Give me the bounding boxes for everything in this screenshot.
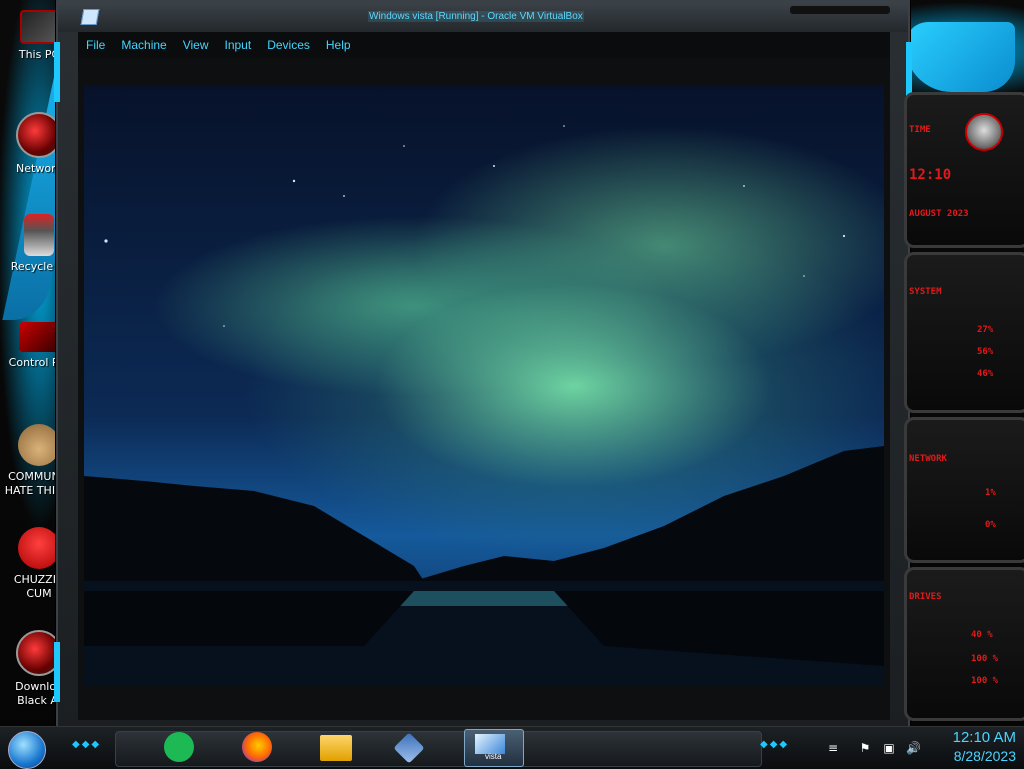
time-gadget[interactable]: TIME 12:10 AUGUST 2023 (904, 92, 1024, 248)
system-value-disk: 46% (977, 369, 994, 379)
action-center-flag-icon[interactable]: ⚑ (858, 741, 872, 755)
drives-value-2: 100 % (971, 654, 999, 664)
menu-devices[interactable]: Devices (259, 38, 318, 52)
window-control-buttons[interactable] (790, 6, 890, 14)
taskbar-app-vista[interactable]: vista (464, 729, 524, 767)
menu-input[interactable]: Input (217, 38, 260, 52)
start-button[interactable] (8, 731, 46, 769)
network-value-down: 0% (985, 520, 996, 530)
menu-bar: File Machine View Input Devices Help (78, 32, 890, 58)
menu-file[interactable]: File (78, 38, 113, 52)
spotify-icon[interactable] (164, 732, 194, 762)
alien-head-icon (965, 113, 1003, 151)
date-gadget-value: AUGUST 2023 (909, 209, 969, 219)
frame-accent (54, 42, 60, 102)
drives-gadget-label: DRIVES (909, 592, 942, 602)
network-gadget[interactable]: NETWORK 1% 0% (904, 417, 1024, 563)
wallpaper-swoosh-right (905, 22, 1015, 92)
window-titlebar[interactable]: Windows vista [Running] - Oracle VM Virt… (58, 2, 908, 32)
time-gadget-value: 12:10 (909, 167, 952, 183)
mountain-lake-silhouette (84, 446, 884, 686)
drives-gadget[interactable]: DRIVES 40 % 100 % 100 % (904, 567, 1024, 721)
firefox-icon[interactable] (242, 732, 272, 762)
window-title: Windows vista [Running] - Oracle VM Virt… (368, 11, 584, 22)
virtualbox-window[interactable]: Windows vista [Running] - Oracle VM Virt… (54, 0, 912, 730)
folder-icon[interactable] (320, 735, 352, 761)
system-value-cpu: 27% (977, 325, 994, 335)
menu-machine[interactable]: Machine (113, 38, 174, 52)
menu-help[interactable]: Help (318, 38, 359, 52)
taskbar: ◆◆◆ vista ◆◆◆ ≡ ⚑ ▣ 🔊 12:10 AM 8/28/2023 (0, 726, 1024, 769)
drives-value-3: 100 % (971, 676, 999, 686)
computer-icon (20, 10, 58, 44)
vm-display-screen[interactable] (84, 86, 884, 686)
taskbar-decoration-right: ◆◆◆ (760, 739, 790, 750)
system-gadget-label: SYSTEM (909, 287, 942, 297)
frame-accent (54, 642, 60, 702)
system-gadget[interactable]: SYSTEM 27% 56% 46% (904, 252, 1024, 413)
volume-icon[interactable]: 🔊 (906, 741, 921, 755)
chuzzle-icon (18, 527, 60, 569)
menu-view[interactable]: View (175, 38, 217, 52)
virtualbox-app-icon[interactable] (80, 9, 100, 25)
vista-icon (475, 734, 505, 754)
taskbar-app-area (115, 731, 762, 767)
window-client-area: File Machine View Input Devices Help (78, 32, 890, 720)
network-tray-icon[interactable]: ▣ (882, 741, 896, 755)
clock-time[interactable]: 12:10 AM (936, 729, 1016, 746)
taskbar-decoration-left: ◆◆◆ (72, 739, 102, 750)
money-bag-icon (18, 424, 60, 466)
control-panel-icon (19, 322, 59, 352)
show-hidden-icons-icon[interactable]: ≡ (826, 741, 840, 755)
gadget-panel: TIME 12:10 AUGUST 2023 SYSTEM 27% 56% 46… (904, 92, 1024, 722)
network-value-up: 1% (985, 488, 996, 498)
recycle-bin-icon (24, 214, 54, 256)
network-gadget-label: NETWORK (909, 454, 947, 464)
clock-date[interactable]: 8/28/2023 (920, 748, 1016, 764)
system-value-ram: 56% (977, 347, 994, 357)
drives-value-1: 40 % (971, 630, 993, 640)
time-gadget-label: TIME (909, 125, 931, 135)
taskbar-app-vista-label: vista (485, 752, 502, 761)
